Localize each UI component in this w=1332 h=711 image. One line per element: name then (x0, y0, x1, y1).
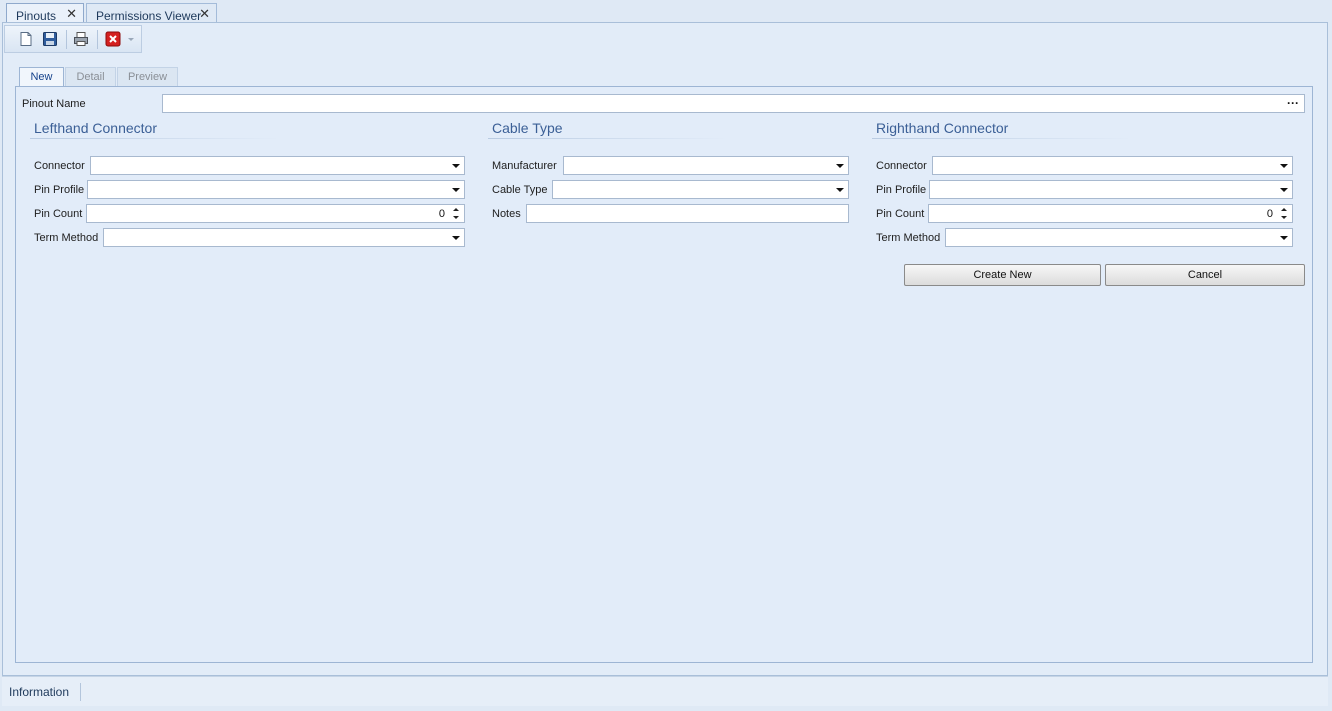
left-pin-profile-label: Pin Profile (34, 184, 85, 196)
chevron-down-icon[interactable] (1280, 188, 1288, 192)
tab-pinouts[interactable]: Pinouts ✕ (6, 3, 84, 23)
tab-detail[interactable]: Detail (65, 67, 116, 86)
chevron-down-icon[interactable] (836, 188, 844, 192)
tab-preview[interactable]: Preview (117, 67, 178, 86)
section-divider (488, 138, 728, 139)
section-title-cable-type: Cable Type (492, 120, 563, 136)
create-new-button[interactable]: Create New (904, 264, 1101, 286)
left-connector-select[interactable] (90, 156, 465, 175)
right-connector-select[interactable] (932, 156, 1293, 175)
left-term-method-select[interactable] (103, 228, 465, 247)
status-information[interactable]: Information (9, 685, 69, 699)
close-icon[interactable]: ✕ (199, 6, 210, 22)
manufacturer-label: Manufacturer (492, 160, 557, 172)
toolbar-separator (97, 30, 98, 49)
right-pin-profile-label: Pin Profile (876, 184, 927, 196)
left-pin-count-label: Pin Count (34, 208, 83, 220)
right-connector-label: Connector (876, 160, 927, 172)
chevron-down-icon[interactable] (1280, 236, 1288, 240)
left-term-method-label: Term Method (34, 232, 99, 244)
toolbar (4, 25, 142, 53)
tab-new[interactable]: New (19, 67, 64, 87)
tab-label: Detail (76, 71, 105, 83)
chevron-down-icon[interactable] (1280, 164, 1288, 168)
pinout-name-label: Pinout Name (22, 98, 86, 110)
spin-icon[interactable] (452, 206, 460, 221)
new-document-icon[interactable] (18, 31, 34, 47)
chevron-down-icon[interactable] (452, 164, 460, 168)
chevron-down-icon[interactable] (452, 236, 460, 240)
ellipsis-icon[interactable]: ··· (1287, 96, 1299, 110)
section-title-lefthand: Lefthand Connector (34, 120, 157, 136)
left-pin-count-value: 0 (438, 208, 445, 220)
section-divider (30, 138, 280, 139)
left-pin-profile-select[interactable] (87, 180, 465, 199)
close-icon[interactable]: ✕ (66, 6, 77, 22)
spin-icon[interactable] (1280, 206, 1288, 221)
right-pin-count-stepper[interactable]: 0 (928, 204, 1293, 223)
status-bar: Information (2, 676, 1328, 706)
notes-field[interactable] (526, 204, 849, 223)
tab-label: New (30, 71, 53, 83)
right-term-method-label: Term Method (876, 232, 941, 244)
section-title-righthand: Righthand Connector (876, 120, 1009, 136)
right-pin-count-value: 0 (1266, 208, 1273, 220)
cancel-button[interactable]: Cancel (1105, 264, 1305, 286)
notes-label: Notes (492, 208, 521, 220)
print-icon[interactable] (73, 31, 89, 47)
chevron-down-icon[interactable] (452, 188, 460, 192)
left-connector-label: Connector (34, 160, 85, 172)
left-pin-count-stepper[interactable]: 0 (86, 204, 465, 223)
cable-type-label: Cable Type (492, 184, 548, 196)
tab-label: Preview (127, 71, 168, 83)
dropdown-arrow-icon[interactable] (126, 31, 136, 47)
tab-permissions-viewer[interactable]: Permissions Viewer ✕ (86, 3, 217, 23)
save-icon[interactable] (42, 31, 58, 47)
tab-label: Pinouts (16, 9, 57, 23)
delete-icon[interactable] (105, 31, 121, 47)
right-term-method-select[interactable] (945, 228, 1293, 247)
right-pin-profile-select[interactable] (929, 180, 1293, 199)
section-divider (872, 138, 1132, 139)
tab-label: Permissions Viewer (96, 9, 202, 23)
chevron-down-icon[interactable] (836, 164, 844, 168)
right-pin-count-label: Pin Count (876, 208, 925, 220)
cable-type-select[interactable] (552, 180, 849, 199)
status-separator (80, 683, 81, 701)
toolbar-separator (66, 30, 67, 49)
manufacturer-select[interactable] (563, 156, 849, 175)
pinout-name-field[interactable]: ··· (162, 94, 1305, 113)
